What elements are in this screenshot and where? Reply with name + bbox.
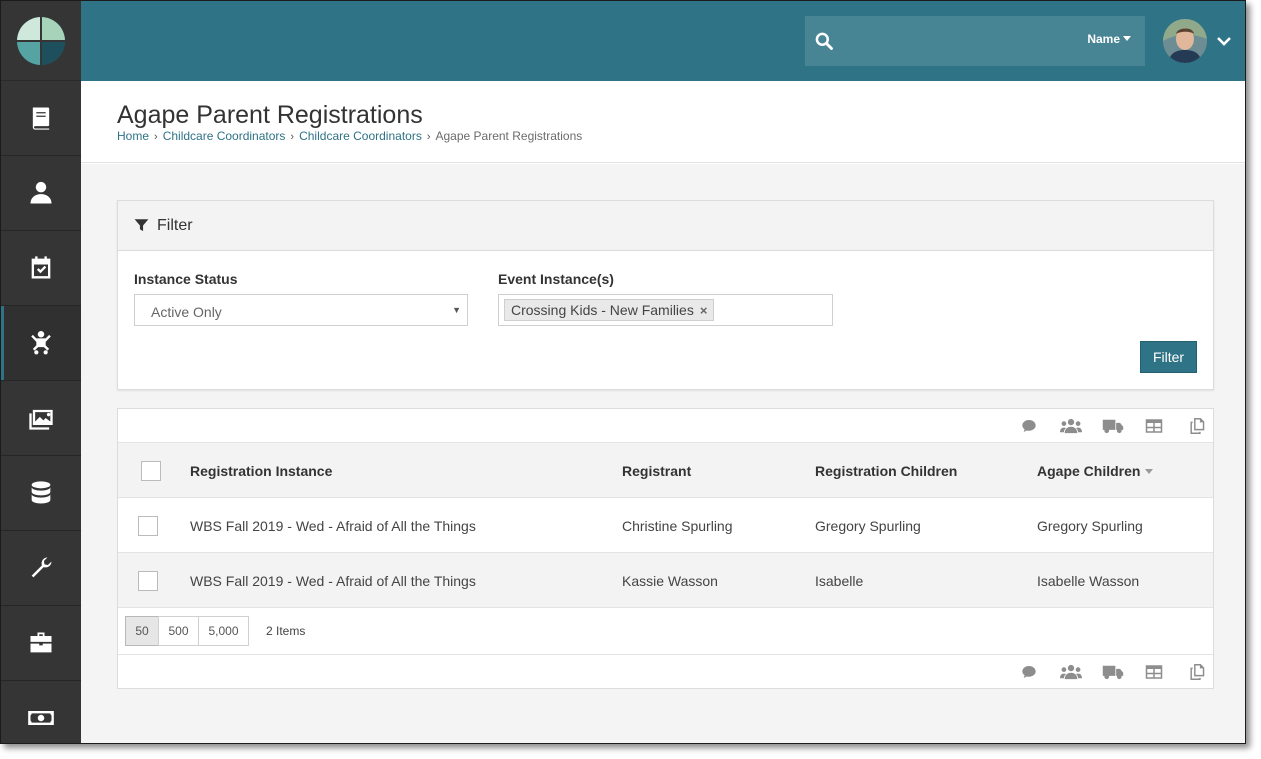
cell-agape-children: Gregory Spurling [1037,518,1143,534]
search-type-label: Name [1087,32,1120,46]
briefcase-icon [30,632,52,653]
item-count: 2 Items [266,624,306,638]
instance-status-label: Instance Status [134,271,238,287]
users-icon[interactable] [1060,418,1082,434]
instance-status-select[interactable]: Active Only ▼ [134,294,468,326]
sidebar-item-jobs[interactable] [1,606,81,681]
sidebar [1,1,81,743]
avatar[interactable] [1163,19,1207,63]
grid-actions-bottom [118,654,1213,688]
sidebar-item-media[interactable] [1,381,81,456]
agape-children-header-label: Agape Children [1037,463,1141,479]
event-instance-chip: Crossing Kids - New Families × [504,299,715,321]
filter-icon [134,219,149,232]
column-header-registration-instance[interactable]: Registration Instance [190,463,332,479]
breadcrumb: Home › Childcare Coordinators › Childcare Co… [117,129,582,143]
chevron-right-icon: › [426,131,431,143]
chevron-down-icon[interactable] [1216,33,1232,49]
column-header-registration-children[interactable]: Registration Children [815,463,957,479]
page-size-group: 50 500 5,000 [125,616,249,646]
users-icon[interactable] [1060,664,1082,680]
money-icon [28,711,54,725]
filter-panel-heading: Filter [118,201,1213,251]
page-size-500[interactable]: 500 [158,616,199,646]
table-header-row: Registration Instance Registrant Registr… [118,443,1213,498]
filter-button[interactable]: Filter [1140,341,1197,373]
breadcrumb-current: Agape Parent Registrations [435,129,583,143]
row-checkbox[interactable] [138,516,158,536]
filter-panel: Filter Instance Status Active Only ▼ Eve… [117,200,1214,390]
breadcrumb-childcare-coordinators-1[interactable]: Childcare Coordinators [163,129,286,143]
event-instances-label: Event Instance(s) [498,271,614,287]
breadcrumb-childcare-coordinators-2[interactable]: Childcare Coordinators [299,129,422,143]
caret-down-icon [1123,36,1131,41]
sort-desc-icon [1145,469,1154,474]
remove-chip-icon[interactable]: × [700,303,708,318]
book-icon [32,107,50,130]
table-icon[interactable] [1145,664,1163,680]
wrench-icon [31,557,52,578]
person-icon [30,181,52,204]
user-photo [1163,19,1207,63]
truck-icon[interactable] [1102,664,1124,680]
database-icon [31,481,51,504]
logo-icon [17,16,65,65]
comment-icon[interactable] [1020,418,1038,434]
column-header-registrant[interactable]: Registrant [622,463,691,479]
chevron-right-icon: › [290,131,295,143]
child-icon [31,330,51,355]
sidebar-item-people[interactable] [1,156,81,231]
page-size-50[interactable]: 50 [125,616,159,646]
comment-icon[interactable] [1020,664,1038,680]
cell-registrant: Christine Spurling [622,518,733,534]
event-instance-chip-label: Crossing Kids - New Families [511,302,694,318]
cell-registration-instance: WBS Fall 2019 - Wed - Afraid of All the … [190,518,476,534]
main-content: Filter Instance Status Active Only ▼ Eve… [81,164,1245,743]
cell-agape-children: Isabelle Wasson [1037,573,1140,589]
filter-heading-label: Filter [157,216,193,234]
table-icon[interactable] [1145,418,1163,434]
images-icon [29,409,53,430]
page-size-5000[interactable]: 5,000 [198,616,249,646]
copy-icon[interactable] [1188,418,1206,434]
column-header-agape-children[interactable]: Agape Children [1037,463,1154,479]
table-row[interactable]: WBS Fall 2019 - Wed - Afraid of All the … [118,498,1213,553]
sidebar-item-data[interactable] [1,456,81,531]
event-instances-picker[interactable]: Crossing Kids - New Families × [498,294,833,326]
truck-icon[interactable] [1102,418,1124,434]
cell-registrant: Kassie Wasson [622,573,718,589]
select-all-checkbox[interactable] [141,461,161,481]
sidebar-item-calendar[interactable] [1,231,81,306]
grid-pager: 50 500 5,000 2 Items [118,608,1213,655]
top-bar: Name [81,1,1245,81]
select-arrow-icon: ▼ [452,305,461,315]
search-type-dropdown[interactable]: Name [1087,32,1131,46]
sidebar-item-finance[interactable] [1,681,81,743]
instance-status-value: Active Only [151,304,222,320]
copy-icon[interactable] [1188,664,1206,680]
cell-registration-children: Isabelle [815,573,864,589]
page-title: Agape Parent Registrations [117,101,423,129]
cell-registration-instance: WBS Fall 2019 - Wed - Afraid of All the … [190,573,476,589]
chevron-right-icon: › [154,131,158,143]
calendar-check-icon [31,256,51,279]
row-checkbox[interactable] [138,571,158,591]
page-header: Agape Parent Registrations Home › Childcar… [81,81,1245,163]
search-box[interactable]: Name [805,16,1145,66]
table-row[interactable]: WBS Fall 2019 - Wed - Afraid of All the … [118,553,1213,608]
logo[interactable] [1,1,81,81]
app-window: Name Agape Parent Registrations Home › Chi… [0,0,1246,744]
sidebar-item-childcare[interactable] [1,306,81,381]
breadcrumb-home[interactable]: Home [117,129,149,143]
registrations-grid: Registration Instance Registrant Registr… [117,408,1214,689]
sidebar-item-admin-tools[interactable] [1,531,81,606]
cell-registration-children: Gregory Spurling [815,518,921,534]
sidebar-item-books[interactable] [1,81,81,156]
search-icon [815,32,833,50]
grid-actions-top [118,409,1213,443]
